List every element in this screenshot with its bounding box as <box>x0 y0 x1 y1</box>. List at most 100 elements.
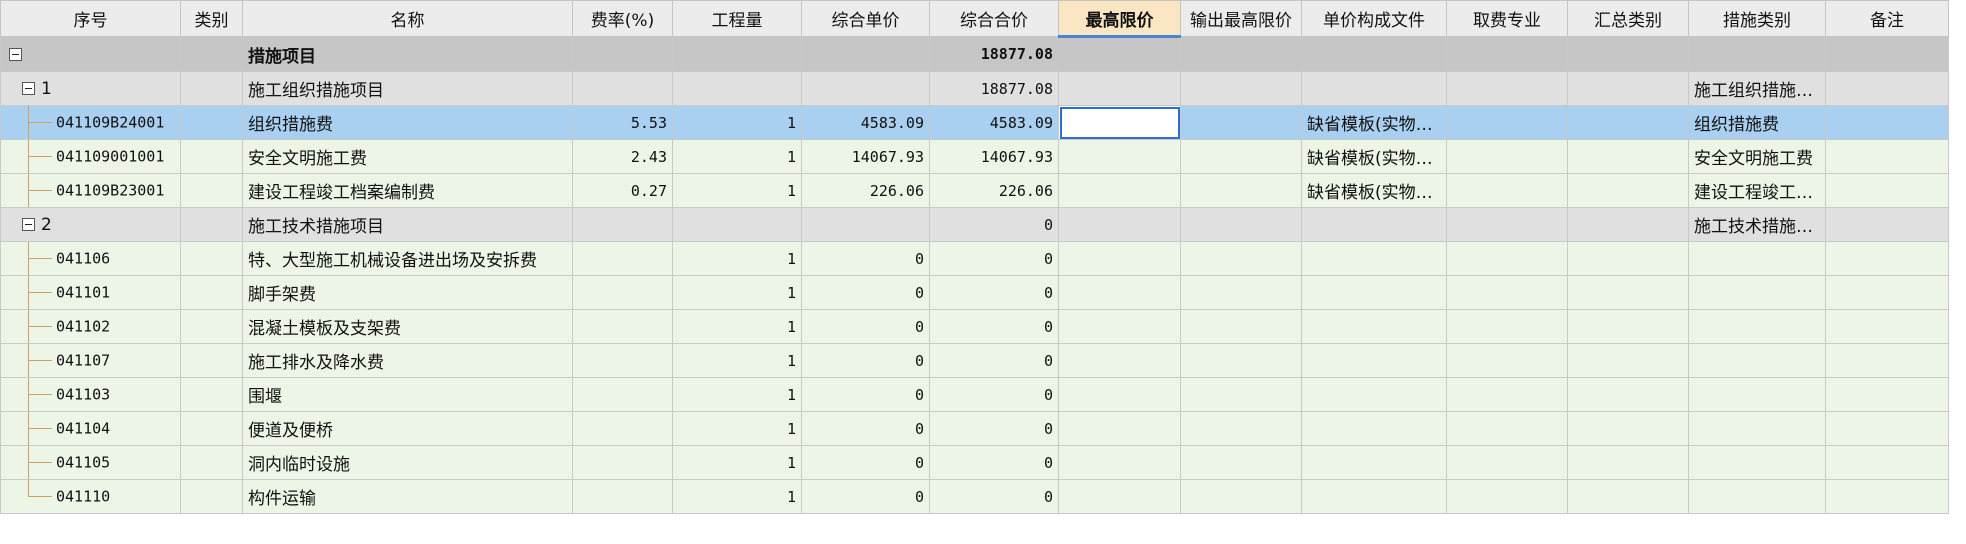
item-max-price-cell[interactable] <box>1058 479 1181 514</box>
item-price-file-cell[interactable]: 缺省模板(实物… <box>1301 173 1447 208</box>
item-name-cell[interactable]: 建设工程竣工档案编制费 <box>242 173 573 208</box>
item-total-cell[interactable]: 0 <box>929 445 1059 480</box>
item-rate-cell[interactable] <box>572 309 673 344</box>
group-name-cell[interactable]: 施工技术措施项目 <box>242 207 573 242</box>
item-category-cell[interactable] <box>180 173 243 208</box>
item-output-max-price-cell[interactable] <box>1180 445 1302 480</box>
item-category-cell[interactable] <box>180 479 243 514</box>
col-header-output-max-price[interactable]: 输出最高限价 <box>1180 0 1302 37</box>
table-row[interactable]: 041109001001 安全文明施工费 2.43 1 14067.93 14067.93… <box>0 139 1949 174</box>
item-quantity-cell[interactable]: 1 <box>672 411 802 446</box>
group-row[interactable]: 2 施工技术措施项目 0 施工技术措施… <box>0 207 1949 242</box>
item-output-max-price-cell[interactable] <box>1180 343 1302 378</box>
item-quantity-cell[interactable]: 1 <box>672 377 802 412</box>
item-name-cell[interactable]: 脚手架费 <box>242 275 573 310</box>
table-row[interactable]: 041106 特、大型施工机械设备进出场及安拆费 1 0 0 <box>0 241 1949 276</box>
item-output-max-price-cell[interactable] <box>1180 139 1302 174</box>
item-summary-type-cell[interactable] <box>1567 445 1689 480</box>
item-output-max-price-cell[interactable] <box>1180 241 1302 276</box>
item-summary-type-cell[interactable] <box>1567 275 1689 310</box>
item-rate-cell[interactable]: 2.43 <box>572 139 673 174</box>
item-remark-cell[interactable] <box>1825 275 1949 310</box>
item-unit-price-cell[interactable]: 0 <box>801 377 930 412</box>
item-name-cell[interactable]: 施工排水及降水费 <box>242 343 573 378</box>
item-summary-type-cell[interactable] <box>1567 173 1689 208</box>
item-total-cell[interactable]: 0 <box>929 411 1059 446</box>
group-total-cell[interactable]: 18877.08 <box>929 71 1059 106</box>
item-fee-specialty-cell[interactable] <box>1446 275 1568 310</box>
item-code-cell[interactable]: 041109B24001 <box>0 105 181 140</box>
item-fee-specialty-cell[interactable] <box>1446 105 1568 140</box>
table-row[interactable]: 041104 便道及便桥 1 0 0 <box>0 411 1949 446</box>
item-name-cell[interactable]: 便道及便桥 <box>242 411 573 446</box>
item-quantity-cell[interactable]: 1 <box>672 173 802 208</box>
item-fee-specialty-cell[interactable] <box>1446 309 1568 344</box>
item-code-cell[interactable]: 041110 <box>0 479 181 514</box>
col-header-fee-specialty[interactable]: 取费专业 <box>1446 0 1568 37</box>
root-total-cell[interactable]: 18877.08 <box>929 36 1059 72</box>
group-measure-type-cell[interactable]: 施工技术措施… <box>1688 207 1826 242</box>
item-fee-specialty-cell[interactable] <box>1446 139 1568 174</box>
item-code-cell[interactable]: 041103 <box>0 377 181 412</box>
item-remark-cell[interactable] <box>1825 411 1949 446</box>
item-summary-type-cell[interactable] <box>1567 479 1689 514</box>
item-price-file-cell[interactable] <box>1301 479 1447 514</box>
item-remark-cell[interactable] <box>1825 479 1949 514</box>
item-max-price-cell[interactable] <box>1058 309 1181 344</box>
table-row[interactable]: 041110 构件运输 1 0 0 <box>0 479 1949 514</box>
item-fee-specialty-cell[interactable] <box>1446 479 1568 514</box>
table-row-selected[interactable]: 041109B24001 组织措施费 5.53 1 4583.09 4583.09 缺省模板… <box>0 105 1949 140</box>
item-total-cell[interactable]: 0 <box>929 241 1059 276</box>
item-code-cell[interactable]: 041104 <box>0 411 181 446</box>
item-fee-specialty-cell[interactable] <box>1446 343 1568 378</box>
item-code-cell[interactable]: 041107 <box>0 343 181 378</box>
item-quantity-cell[interactable]: 1 <box>672 343 802 378</box>
item-category-cell[interactable] <box>180 139 243 174</box>
table-row[interactable]: 041101 脚手架费 1 0 0 <box>0 275 1949 310</box>
item-remark-cell[interactable] <box>1825 139 1949 174</box>
item-unit-price-cell[interactable]: 4583.09 <box>801 105 930 140</box>
item-name-cell[interactable]: 安全文明施工费 <box>242 139 573 174</box>
col-header-unit-price[interactable]: 综合单价 <box>801 0 930 37</box>
item-rate-cell[interactable] <box>572 445 673 480</box>
group-total-cell[interactable]: 0 <box>929 207 1059 242</box>
item-max-price-cell[interactable] <box>1058 445 1181 480</box>
item-price-file-cell[interactable]: 缺省模板(实物… <box>1301 139 1447 174</box>
item-unit-price-cell[interactable]: 0 <box>801 275 930 310</box>
item-max-price-cell[interactable] <box>1058 343 1181 378</box>
item-measure-type-cell[interactable]: 安全文明施工费 <box>1688 139 1826 174</box>
item-code-cell[interactable]: 041102 <box>0 309 181 344</box>
item-fee-specialty-cell[interactable] <box>1446 445 1568 480</box>
root-row[interactable]: 措施项目 18877.08 <box>0 36 1949 72</box>
col-header-seq[interactable]: 序号 <box>0 0 181 37</box>
item-name-cell[interactable]: 构件运输 <box>242 479 573 514</box>
item-category-cell[interactable] <box>180 343 243 378</box>
root-name-cell[interactable]: 措施项目 <box>242 36 573 72</box>
max-price-input[interactable] <box>1058 105 1181 140</box>
item-summary-type-cell[interactable] <box>1567 139 1689 174</box>
item-rate-cell[interactable] <box>572 343 673 378</box>
item-category-cell[interactable] <box>180 377 243 412</box>
item-rate-cell[interactable]: 5.53 <box>572 105 673 140</box>
item-code-cell[interactable]: 041105 <box>0 445 181 480</box>
item-output-max-price-cell[interactable] <box>1180 411 1302 446</box>
group-measure-type-cell[interactable]: 施工组织措施… <box>1688 71 1826 106</box>
item-code-cell[interactable]: 041109001001 <box>0 139 181 174</box>
item-total-cell[interactable]: 4583.09 <box>929 105 1059 140</box>
item-price-file-cell[interactable] <box>1301 343 1447 378</box>
item-total-cell[interactable]: 0 <box>929 343 1059 378</box>
item-summary-type-cell[interactable] <box>1567 309 1689 344</box>
collapse-toggle-icon[interactable] <box>9 47 22 61</box>
item-output-max-price-cell[interactable] <box>1180 309 1302 344</box>
item-name-cell[interactable]: 组织措施费 <box>242 105 573 140</box>
item-quantity-cell[interactable]: 1 <box>672 139 802 174</box>
item-total-cell[interactable]: 0 <box>929 479 1059 514</box>
item-quantity-cell[interactable]: 1 <box>672 241 802 276</box>
col-header-category[interactable]: 类别 <box>180 0 243 37</box>
item-quantity-cell[interactable]: 1 <box>672 479 802 514</box>
item-unit-price-cell[interactable]: 0 <box>801 343 930 378</box>
item-unit-price-cell[interactable]: 14067.93 <box>801 139 930 174</box>
item-output-max-price-cell[interactable] <box>1180 479 1302 514</box>
table-row[interactable]: 041105 洞内临时设施 1 0 0 <box>0 445 1949 480</box>
item-price-file-cell[interactable] <box>1301 309 1447 344</box>
